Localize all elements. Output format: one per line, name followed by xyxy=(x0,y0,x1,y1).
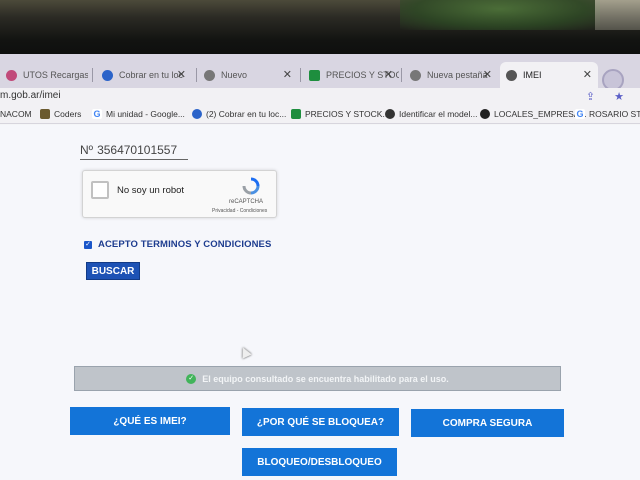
tab-5-active[interactable]: IMEI ✕ xyxy=(500,62,598,88)
tab-divider xyxy=(401,68,402,82)
bookmark-2[interactable]: G Mi unidad - Google... xyxy=(92,109,185,119)
sheets-icon xyxy=(291,109,301,119)
bookmark-1[interactable]: Coders xyxy=(40,109,81,119)
bookmark-label: NACOM xyxy=(0,109,32,119)
imei-prefix: Nº xyxy=(80,142,94,157)
lock-unlock-button[interactable]: BLOQUEO/DESBLOQUEO xyxy=(242,448,397,476)
google-icon: G xyxy=(575,109,585,119)
bookmark-5[interactable]: Identificar el model... xyxy=(385,109,477,119)
status-alert: ✓ El equipo consultado se encuentra habi… xyxy=(74,366,561,391)
globe-icon xyxy=(410,69,421,81)
address-bar[interactable]: m.gob.ar/imei ⇪ ★ xyxy=(0,88,640,106)
bookmark-label: Coders xyxy=(54,109,82,119)
terms-label: ACEPTO TERMINOS Y CONDICIONES xyxy=(98,239,272,250)
share-icon[interactable]: ⇪ ★ xyxy=(586,90,632,103)
background-light xyxy=(595,0,640,30)
tab-4[interactable]: Nueva pestaña ✕ xyxy=(404,62,498,88)
close-icon[interactable]: ✕ xyxy=(483,68,492,81)
tab-strip: UTOS Recargas Cobrar en tu loc ✕ Nuevo ✕… xyxy=(0,54,640,91)
close-icon[interactable]: ✕ xyxy=(583,68,592,81)
tab-label: Nuevo xyxy=(221,70,248,80)
alert-message: El equipo consultado se encuentra habili… xyxy=(202,373,449,384)
imei-input[interactable]: Nº 356470101557 xyxy=(80,140,188,160)
imei-value[interactable]: 356470101557 xyxy=(97,143,177,157)
bookmark-label: Mi unidad - Google... xyxy=(106,109,185,119)
bookmark-label: Identificar el model... xyxy=(399,109,478,119)
tab-2[interactable]: Nuevo ✕ xyxy=(198,62,298,88)
recaptcha-icon xyxy=(242,177,260,195)
globe-icon xyxy=(204,69,215,81)
captcha-privacy-link[interactable]: Privacidad - Condiciones xyxy=(212,208,267,214)
bookmark-3[interactable]: (2) Cobrar en tu loc... xyxy=(192,109,286,119)
bookmarks-bar: NACOM Coders G Mi unidad - Google... (2)… xyxy=(0,106,640,124)
github-icon xyxy=(480,109,490,119)
tab-divider xyxy=(196,68,197,82)
mouse-pointer-icon xyxy=(238,345,252,359)
url-text[interactable]: m.gob.ar/imei xyxy=(0,90,61,101)
close-icon[interactable]: ✕ xyxy=(384,68,393,81)
background-plant xyxy=(400,0,600,30)
bookmark-6[interactable]: LOCALES_EMPRESA... xyxy=(480,109,587,119)
captcha-label: No soy un robot xyxy=(117,185,185,196)
tab-label: UTOS Recargas xyxy=(23,70,88,80)
sheets-icon xyxy=(309,69,320,81)
search-button[interactable]: BUSCAR xyxy=(86,262,140,280)
bookmark-label: ROSARIO STOCK xyxy=(589,109,640,119)
tab-divider xyxy=(92,68,93,82)
tab-3[interactable]: PRECIOS Y STOC ✕ xyxy=(303,62,399,88)
captcha-brand: reCAPTCHA xyxy=(229,199,264,205)
coders-icon xyxy=(40,109,50,119)
tab-label: IMEI xyxy=(523,70,542,80)
tab-favicon-icon xyxy=(6,69,17,81)
bookmark-7[interactable]: G ROSARIO STOCK xyxy=(575,109,640,119)
bookmark-0[interactable]: NACOM xyxy=(0,109,32,119)
tab-1[interactable]: Cobrar en tu loc ✕ xyxy=(96,62,192,88)
bookmark-label: PRECIOS Y STOCK... xyxy=(305,109,390,119)
bookmark-label: (2) Cobrar en tu loc... xyxy=(206,109,287,119)
tab-0[interactable]: UTOS Recargas xyxy=(0,62,88,88)
bookmark-4[interactable]: PRECIOS Y STOCK... xyxy=(291,109,390,119)
close-icon[interactable]: ✕ xyxy=(177,68,186,81)
mercadopago-icon xyxy=(192,109,202,119)
why-block-button[interactable]: ¿POR QUÉ SE BLOQUEA? xyxy=(242,408,399,436)
imei-favicon-icon xyxy=(506,69,517,81)
check-circle-icon: ✓ xyxy=(186,373,197,384)
what-is-imei-button[interactable]: ¿QUÉ ES IMEI? xyxy=(70,407,230,435)
close-icon[interactable]: ✕ xyxy=(283,68,292,81)
tab-label: Cobrar en tu loc xyxy=(119,70,184,80)
mercadopago-icon xyxy=(102,69,113,81)
checkmark-icon[interactable]: ✓ xyxy=(84,240,92,249)
apple-icon xyxy=(385,109,395,119)
imei-page: Nº 356470101557 No soy un robot reCAPTCH… xyxy=(0,125,640,480)
captcha-checkbox[interactable] xyxy=(91,181,109,199)
safe-buy-button[interactable]: COMPRA SEGURA xyxy=(411,409,564,437)
tab-divider xyxy=(300,68,301,82)
terms-checkbox-row[interactable]: ✓ ACEPTO TERMINOS Y CONDICIONES xyxy=(84,239,271,250)
browser-window: UTOS Recargas Cobrar en tu loc ✕ Nuevo ✕… xyxy=(0,54,640,480)
recaptcha-widget: No soy un robot reCAPTCHA Privacidad - C… xyxy=(82,170,277,218)
bookmark-label: LOCALES_EMPRESA... xyxy=(494,109,587,119)
google-icon: G xyxy=(92,109,102,119)
tab-label: Nueva pestaña xyxy=(427,70,488,80)
